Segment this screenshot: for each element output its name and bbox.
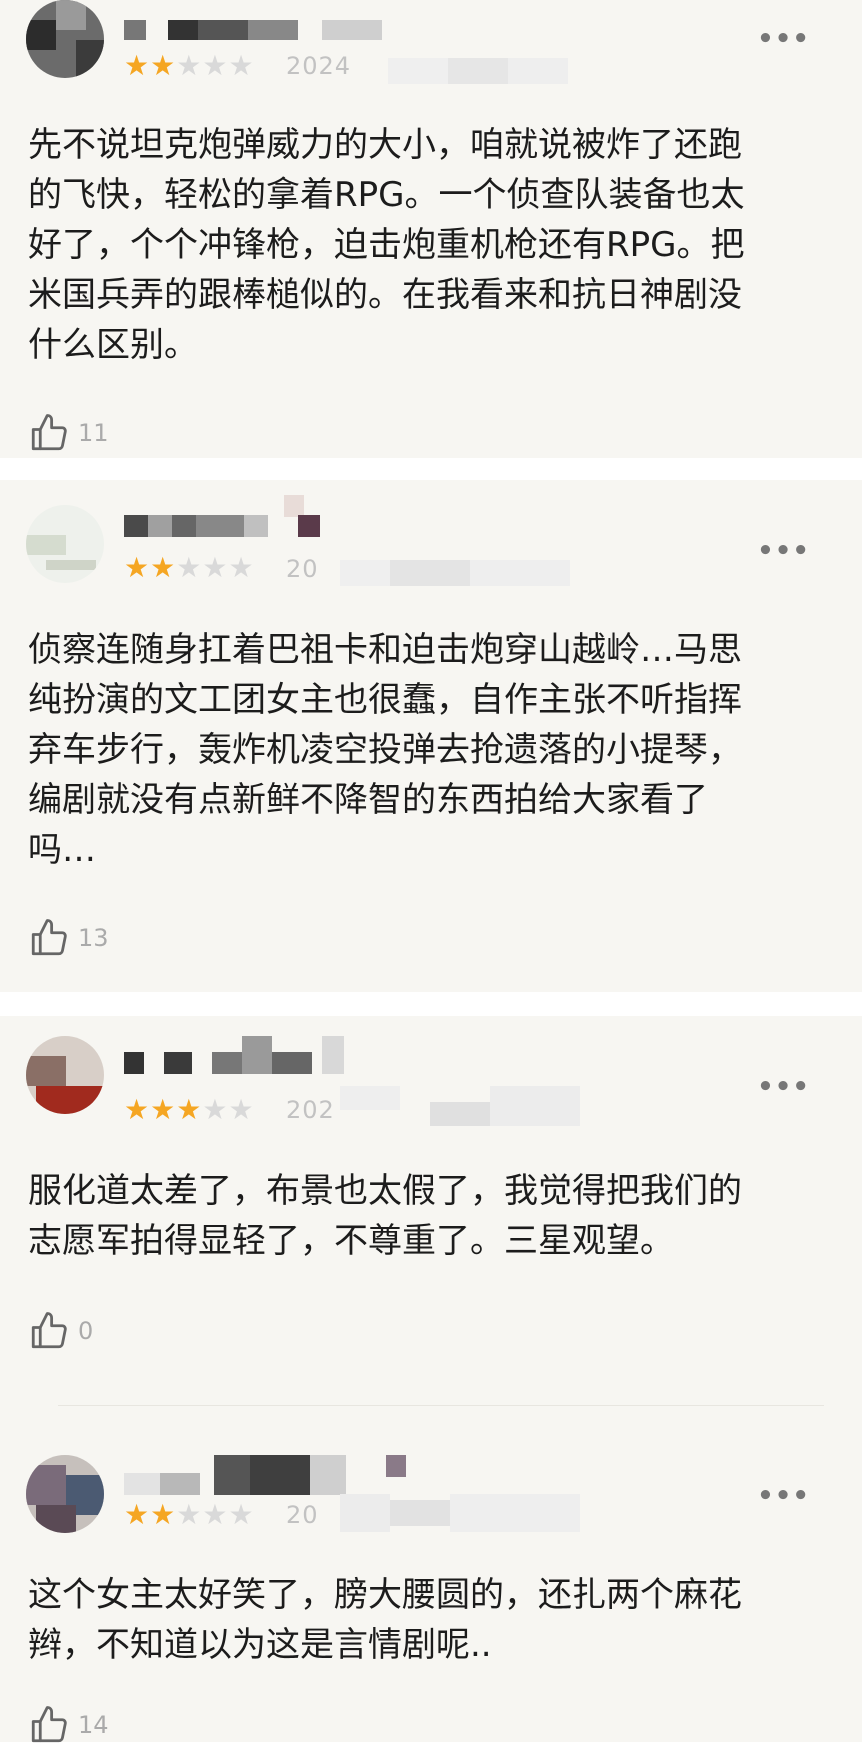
star-icon: ★ bbox=[150, 1093, 176, 1126]
star-icon: ★ bbox=[202, 1093, 228, 1126]
star-icon: ★ bbox=[176, 551, 202, 584]
date-blurred bbox=[340, 1494, 580, 1532]
star-icon: ★ bbox=[150, 1498, 176, 1531]
like-button[interactable]: 0 bbox=[28, 1310, 93, 1352]
thumbs-up-icon bbox=[31, 919, 67, 956]
like-count: 14 bbox=[78, 1711, 109, 1739]
like-button[interactable]: 11 bbox=[28, 412, 109, 454]
comment-text: 先不说坦克炮弹威力的大小，咱就说被炸了还跑 的飞快，轻松的拿着RPG。一个侦查队… bbox=[28, 125, 745, 365]
like-count: 11 bbox=[78, 419, 109, 447]
date-blurred bbox=[340, 560, 570, 586]
comment-date: 202 bbox=[286, 1096, 335, 1124]
thumbs-up-icon bbox=[31, 1312, 67, 1349]
comment-text: 侦察连随身扛着巴祖卡和迫击炮穿山越岭…马思 纯扮演的文工团女主也很蠢，自作主张不… bbox=[28, 630, 742, 870]
star-icon: ★ bbox=[228, 551, 254, 584]
star-icon: ★ bbox=[176, 1498, 202, 1531]
rating-stars: ★ ★ ★ ★ ★ bbox=[124, 1095, 254, 1125]
comment-text: 这个女主太好笑了，膀大腰圆的，还扎两个麻花 辫，不知道以为这是言情剧呢.. bbox=[28, 1575, 742, 1665]
star-icon: ★ bbox=[202, 49, 228, 82]
star-icon: ★ bbox=[202, 1498, 228, 1531]
comment-date: 20 bbox=[286, 1501, 319, 1529]
rating-stars: ★ ★ ★ ★ ★ bbox=[124, 1500, 254, 1530]
star-icon: ★ bbox=[228, 1093, 254, 1126]
like-button[interactable]: 14 bbox=[28, 1704, 109, 1746]
more-options-icon[interactable]: ••• bbox=[757, 1481, 810, 1511]
star-icon: ★ bbox=[124, 49, 150, 82]
star-icon: ★ bbox=[228, 1498, 254, 1531]
star-icon: ★ bbox=[202, 551, 228, 584]
star-icon: ★ bbox=[124, 1093, 150, 1126]
star-icon: ★ bbox=[176, 1093, 202, 1126]
username-blurred[interactable] bbox=[124, 1036, 364, 1076]
rating-stars: ★ ★ ★ ★ ★ bbox=[124, 553, 254, 583]
star-icon: ★ bbox=[228, 49, 254, 82]
like-count: 13 bbox=[78, 924, 109, 952]
thumbs-up-icon bbox=[31, 414, 67, 451]
more-options-icon[interactable]: ••• bbox=[757, 1072, 810, 1102]
comment-card: ★ ★ ★ ★ ★ 20 ••• 侦察连随身扛着巴祖卡和迫击炮穿山越岭…马思 纯… bbox=[0, 480, 862, 992]
star-icon: ★ bbox=[150, 551, 176, 584]
avatar[interactable] bbox=[26, 505, 104, 583]
divider bbox=[58, 1405, 824, 1406]
more-options-icon[interactable]: ••• bbox=[757, 536, 810, 566]
comment-card: ★ ★ ★ ★ ★ 2024 ••• 先不说坦克炮弹威力的大小，咱就说被炸了还跑… bbox=[0, 0, 862, 458]
like-count: 0 bbox=[78, 1317, 94, 1345]
avatar[interactable] bbox=[26, 0, 104, 78]
comment-text: 服化道太差了，布景也太假了，我觉得把我们的 志愿军拍得显轻了，不尊重了。三星观望… bbox=[28, 1171, 742, 1261]
thumbs-up-icon bbox=[31, 1706, 67, 1743]
star-icon: ★ bbox=[176, 49, 202, 82]
star-icon: ★ bbox=[124, 1498, 150, 1531]
avatar[interactable] bbox=[26, 1455, 104, 1533]
like-button[interactable]: 13 bbox=[28, 917, 109, 959]
date-blurred bbox=[340, 1086, 580, 1126]
comment-date: 20 bbox=[286, 555, 319, 583]
username-blurred[interactable] bbox=[124, 495, 344, 545]
more-options-icon[interactable]: ••• bbox=[757, 24, 810, 54]
rating-stars: ★ ★ ★ ★ ★ bbox=[124, 51, 254, 81]
avatar[interactable] bbox=[26, 1036, 104, 1114]
comment-date: 2024 bbox=[286, 52, 352, 80]
date-blurred bbox=[388, 58, 568, 84]
username-blurred[interactable] bbox=[124, 1455, 454, 1495]
star-icon: ★ bbox=[124, 551, 150, 584]
comment-card: ★ ★ ★ ★ ★ 202 ••• 服化道太差了，布景也太假了，我觉得把我们的 … bbox=[0, 1016, 862, 1743]
star-icon: ★ bbox=[150, 49, 176, 82]
username-blurred[interactable] bbox=[124, 20, 524, 42]
